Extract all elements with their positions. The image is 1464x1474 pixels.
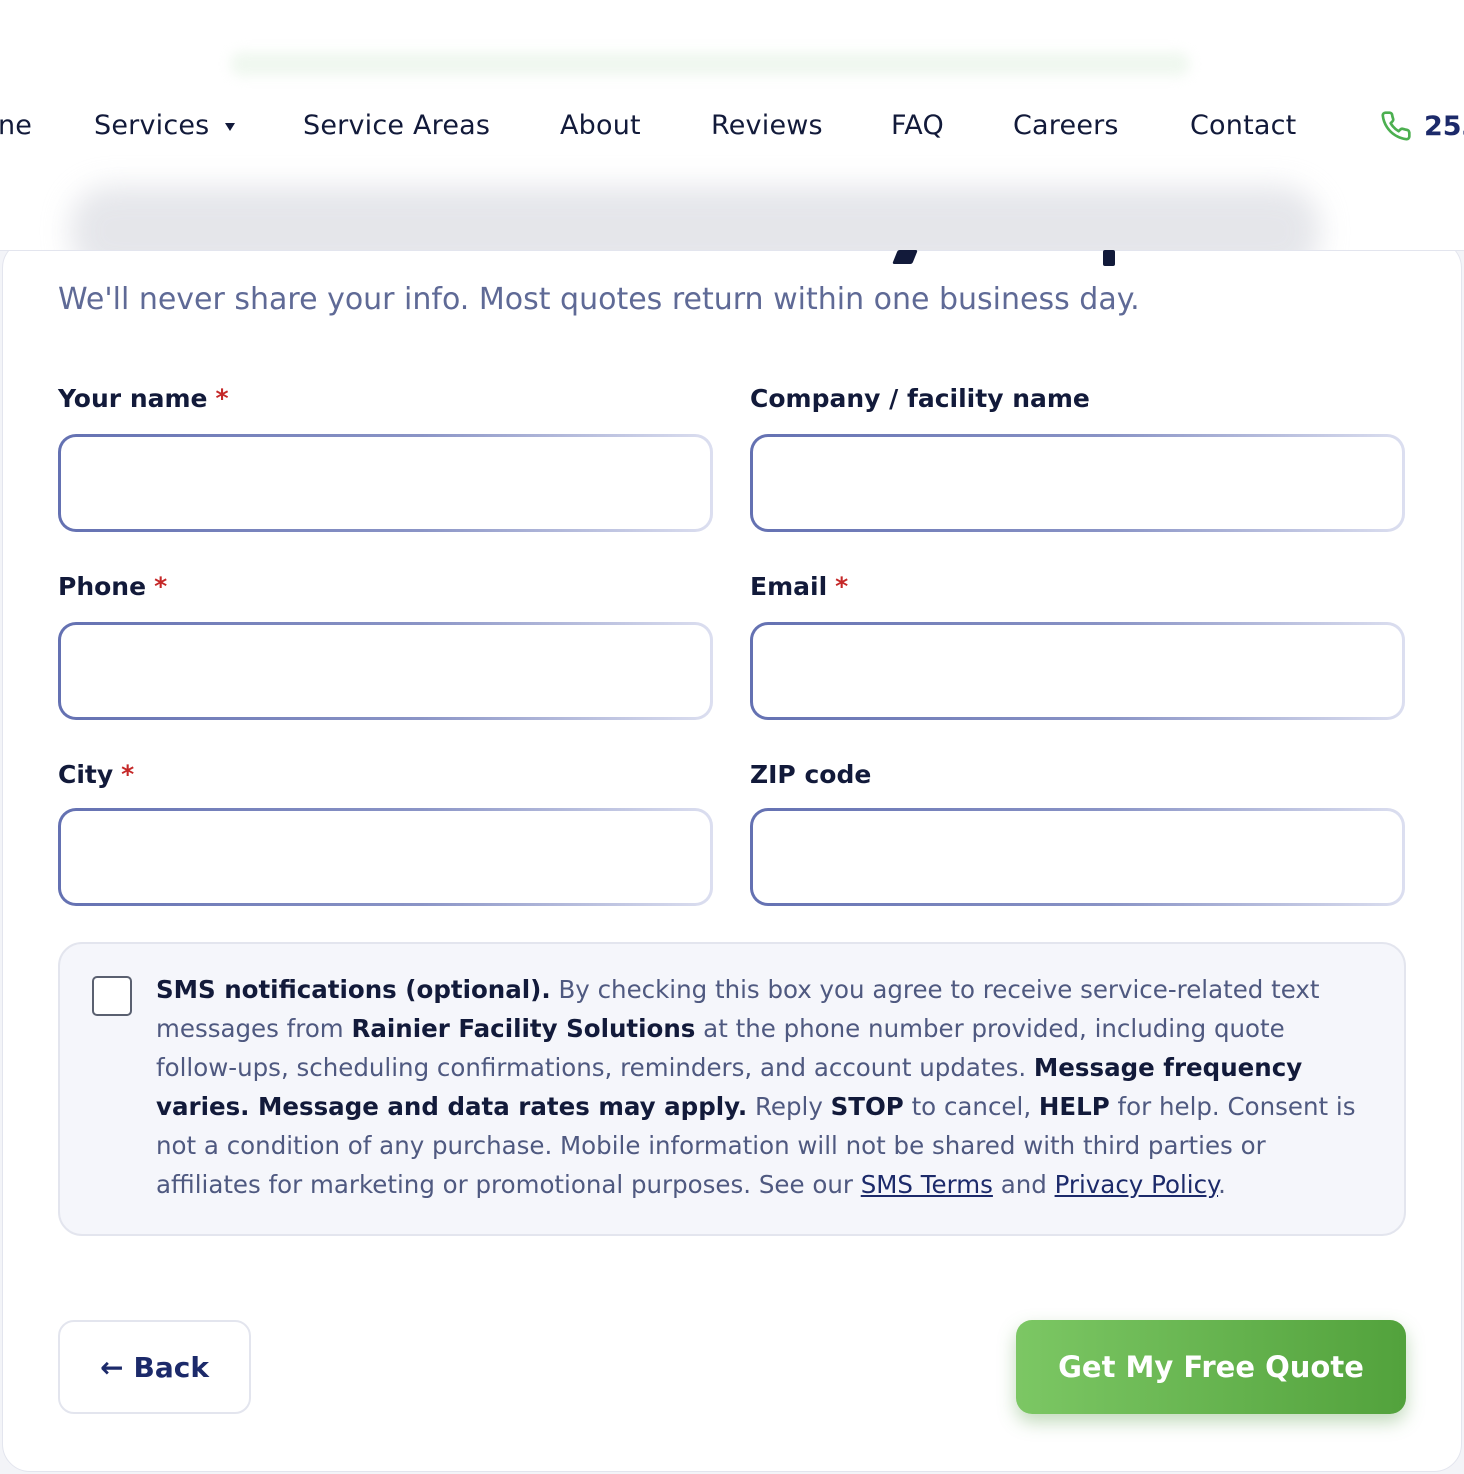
- city-label-text: City: [58, 760, 114, 789]
- arrow-left-icon: ←: [100, 1350, 124, 1384]
- get-free-quote-button[interactable]: Get My Free Quote: [1016, 1320, 1406, 1414]
- site-header: ne Services Service Areas About Reviews …: [0, 0, 1464, 251]
- required-marker: *: [121, 760, 135, 789]
- name-label: Your name *: [58, 384, 229, 413]
- company-label: Company / facility name: [750, 384, 1090, 413]
- nav-item-faq[interactable]: FAQ: [891, 104, 944, 148]
- form-subtitle: We'll never share your info. Most quotes…: [58, 282, 1140, 317]
- email-input[interactable]: [750, 622, 1405, 720]
- zip-label-text: ZIP code: [750, 760, 872, 789]
- zip-label: ZIP code: [750, 760, 871, 789]
- sms-terms-link[interactable]: SMS Terms: [861, 1170, 993, 1199]
- phone-label-text: Phone: [58, 572, 147, 601]
- phone-icon: [1381, 111, 1411, 141]
- sms-consent-text: SMS notifications (optional). By checkin…: [156, 970, 1371, 1204]
- city-label: City *: [58, 760, 134, 789]
- required-marker: *: [154, 572, 168, 601]
- sms-stop-keyword: STOP: [830, 1092, 904, 1121]
- nav-item-contact[interactable]: Contact: [1190, 104, 1296, 148]
- nav-item-reviews[interactable]: Reviews: [711, 104, 823, 148]
- nav-item-services-label: Services: [94, 110, 210, 141]
- nav-item-service-areas[interactable]: Service Areas: [303, 104, 490, 148]
- city-input[interactable]: [58, 808, 713, 906]
- sms-text-part: Reply: [747, 1092, 831, 1121]
- back-button[interactable]: ← Back: [58, 1320, 251, 1414]
- email-label-text: Email: [750, 572, 828, 601]
- caret-down-icon: [225, 122, 236, 131]
- back-button-label: Back: [133, 1350, 209, 1384]
- sms-consent-checkbox[interactable]: [92, 976, 132, 1016]
- sms-company: Rainier Facility Solutions: [351, 1014, 696, 1043]
- name-input[interactable]: [58, 434, 713, 532]
- sms-text-part: and: [992, 1170, 1055, 1199]
- submit-button-label: Get My Free Quote: [1058, 1350, 1364, 1384]
- sms-help-keyword: HELP: [1038, 1092, 1110, 1121]
- header-blur-strip: [230, 52, 1190, 76]
- heading-descenders: [0, 250, 1464, 266]
- phone-label: Phone *: [58, 572, 167, 601]
- nav-item-services[interactable]: Services: [94, 104, 236, 148]
- phone-number: 253: [1424, 110, 1464, 142]
- phone-link[interactable]: 253: [1380, 104, 1464, 148]
- phone-input[interactable]: [58, 622, 713, 720]
- nav-item-home[interactable]: ne: [0, 104, 32, 148]
- nav-item-about[interactable]: About: [560, 104, 641, 148]
- email-label: Email *: [750, 572, 848, 601]
- name-label-text: Your name: [58, 384, 208, 413]
- hero-heading-blurred: [70, 186, 1320, 250]
- sms-lead: SMS notifications (optional).: [156, 975, 551, 1004]
- privacy-policy-link[interactable]: Privacy Policy: [1055, 1170, 1218, 1199]
- sms-text-part: to cancel,: [903, 1092, 1039, 1121]
- company-input[interactable]: [750, 434, 1405, 532]
- nav-item-careers[interactable]: Careers: [1013, 104, 1119, 148]
- zip-input[interactable]: [750, 808, 1405, 906]
- required-marker: *: [835, 572, 849, 601]
- sms-consent-box: SMS notifications (optional). By checkin…: [58, 942, 1406, 1236]
- sms-text-part: .: [1218, 1170, 1226, 1199]
- company-label-text: Company / facility name: [750, 384, 1090, 413]
- required-marker: *: [215, 384, 229, 413]
